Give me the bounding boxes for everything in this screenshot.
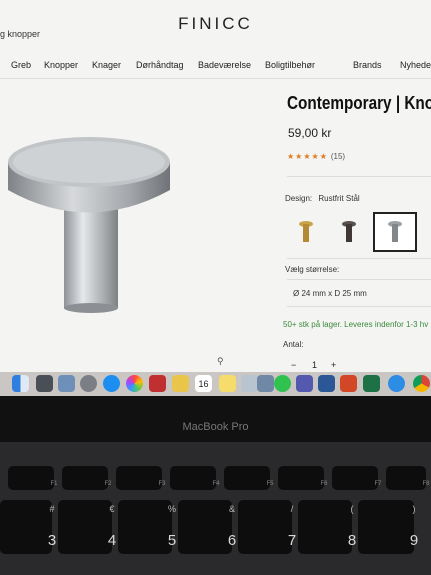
swatch-steel-selected[interactable]	[373, 212, 417, 252]
divider	[287, 176, 431, 177]
nav-item-knager[interactable]: Knager	[92, 60, 121, 70]
nav-item-knopper[interactable]: Knopper	[44, 60, 78, 70]
product-image[interactable]	[0, 120, 200, 330]
quantity-value[interactable]: 1	[312, 360, 317, 370]
notes-icon[interactable]	[172, 375, 189, 392]
quantity-plus-button[interactable]: +	[331, 360, 336, 370]
key-f1[interactable]: F1	[8, 466, 58, 490]
quantity-label: Antal:	[283, 340, 304, 349]
size-label: Vælg størrelse:	[285, 265, 340, 274]
size-select-border	[287, 279, 431, 280]
nav-item-dorhandtag[interactable]: Dørhåndtag	[136, 60, 184, 70]
quantity-minus-button[interactable]: −	[291, 360, 296, 370]
laptop-bezel	[0, 396, 431, 442]
stock-status: 50+ stk på lager. Leveres indenfor 1-3 h…	[283, 320, 429, 329]
swatch-brass[interactable]	[288, 214, 324, 250]
stickies-icon[interactable]	[219, 375, 236, 392]
nav-item-greb[interactable]: Greb	[11, 60, 31, 70]
app-store-icon[interactable]	[103, 375, 120, 392]
nav-item-nyheder[interactable]: Nyheder	[400, 60, 431, 70]
powerpoint-icon[interactable]	[340, 375, 357, 392]
system-prefs-icon[interactable]	[80, 375, 97, 392]
key-6[interactable]: & 6	[178, 500, 236, 554]
divider	[287, 306, 431, 307]
knob-steel-icon	[388, 221, 402, 242]
key-8[interactable]: (8	[298, 500, 356, 554]
rating-count: (15)	[330, 152, 346, 161]
product-price: 59,00 kr	[288, 126, 332, 140]
rating-stars: ★★★★★	[287, 152, 328, 161]
nav-item-boligtilbehor[interactable]: Boligtilbehør	[265, 60, 315, 70]
preview-icon[interactable]	[241, 375, 258, 392]
teams-icon[interactable]	[296, 375, 313, 392]
photos-icon[interactable]	[126, 375, 143, 392]
search-icon[interactable]: ⚲	[217, 356, 224, 367]
photo-booth-icon[interactable]	[149, 375, 166, 392]
rating[interactable]: ★★★★★ (15)	[287, 152, 345, 161]
launchpad-icon[interactable]	[36, 375, 53, 392]
product-title: Contemporary | Kno	[287, 93, 431, 113]
site-logo[interactable]: FINICC	[0, 14, 431, 34]
key-9[interactable]: ) 9	[358, 500, 418, 554]
excel-icon[interactable]	[363, 375, 380, 392]
key-f2[interactable]: F2	[62, 466, 112, 490]
browser-page: g knopper FINICC Greb Knopper Knager Dør…	[0, 0, 431, 372]
finder-icon[interactable]	[12, 375, 29, 392]
photo-slideshow-icon[interactable]	[58, 375, 75, 392]
calendar-icon[interactable]: 16	[195, 375, 212, 392]
key-f4[interactable]: F4	[170, 466, 220, 490]
design-label: Design: Rustfrit Stål	[285, 194, 360, 203]
key-5[interactable]: % 5	[118, 500, 176, 554]
key-7[interactable]: /7	[238, 500, 296, 554]
key-4[interactable]: €4	[58, 500, 116, 554]
size-select[interactable]: Ø 24 mm x D 25 mm	[293, 289, 367, 298]
key-3[interactable]: #3	[0, 500, 56, 554]
key-f8[interactable]: F8	[386, 466, 430, 490]
nav-item-badevaerelse[interactable]: Badeværelse	[198, 60, 251, 70]
key-f7[interactable]: F7	[332, 466, 382, 490]
key-f6[interactable]: F6	[278, 466, 328, 490]
key-f5[interactable]: F5	[224, 466, 274, 490]
macos-dock: 16	[0, 372, 431, 396]
chrome-icon[interactable]	[413, 375, 430, 392]
finder-window-icon[interactable]	[257, 375, 274, 392]
key-f3[interactable]: F3	[116, 466, 166, 490]
main-nav: Greb Knopper Knager Dørhåndtag Badeværel…	[0, 54, 431, 79]
knob-brass-icon	[299, 221, 313, 242]
knob-dark-icon	[342, 221, 356, 242]
safari-icon[interactable]	[388, 375, 405, 392]
messages-icon[interactable]	[274, 375, 291, 392]
divider	[287, 258, 431, 259]
word-icon[interactable]	[318, 375, 335, 392]
laptop-label: MacBook Pro	[182, 421, 249, 433]
nav-item-brands[interactable]: Brands	[353, 60, 382, 70]
swatch-dark[interactable]	[331, 214, 367, 250]
keyboard: F1 F2 F3 F4 F5 F6 F7 F8 #3 €4 % 5 & 6 /7 (…	[0, 442, 431, 575]
design-value: Rustfrit Stål	[318, 194, 360, 203]
